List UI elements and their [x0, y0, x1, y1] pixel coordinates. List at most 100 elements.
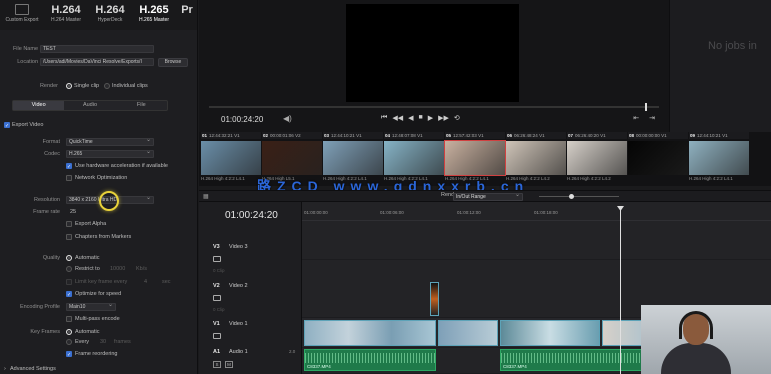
preset-premiere[interactable]: Pr [176, 0, 197, 30]
clip-track: V1 [722, 133, 728, 138]
file-name-label: File Name [12, 46, 38, 52]
fast-forward-icon[interactable]: ▶▶ [438, 114, 449, 122]
export-alpha-checkbox[interactable] [66, 221, 72, 227]
zoom-slider[interactable] [539, 196, 619, 197]
clip-number: 07 [568, 133, 574, 138]
a1-clip[interactable]: C8337.MP4 [500, 349, 650, 371]
clip-timecode: 12:44:10:21 [697, 133, 721, 138]
timeline-timecode: 01:00:24:20 [225, 210, 278, 221]
kbps-input[interactable]: 10000 [110, 264, 125, 274]
quality-auto-radio[interactable] [66, 255, 72, 261]
browse-button[interactable]: Browse [158, 58, 188, 67]
preset-h265-master[interactable]: H.265 H.265 Master [132, 0, 176, 30]
keyframes-label: Key Frames [30, 329, 60, 335]
v1-clip[interactable] [304, 320, 436, 346]
loop-icon[interactable]: ⟲ [454, 114, 460, 122]
rewind-icon[interactable]: ◀◀ [392, 114, 403, 122]
tab-audio[interactable]: Audio [64, 101, 115, 110]
multipass-row: Multi-pass encode [0, 314, 197, 324]
play-reverse-icon[interactable]: ◀ [408, 114, 413, 122]
frame-reorder-label: Frame reordering [75, 351, 118, 357]
tab-file[interactable]: File [116, 101, 167, 110]
clip-thumbnail-image [628, 141, 688, 175]
individual-clips-radio[interactable] [104, 83, 110, 89]
volume-icon[interactable]: ◀) [283, 114, 292, 123]
clip-number: 01 [202, 133, 208, 138]
v2-clip[interactable] [430, 282, 439, 316]
keyframes-every-radio[interactable] [66, 339, 72, 345]
grid-icon[interactable]: ▦ [203, 193, 209, 200]
clip-thumbnail[interactable]: 08 00:00:00:00 V1 [628, 132, 688, 186]
clip-timecode: 06:26:40:20 [575, 133, 599, 138]
codec-dropdown[interactable]: H.265 [66, 150, 154, 158]
timeline-ruler[interactable]: 01:00:00:00 01:00:06:00 01:00:12:00 01:0… [302, 209, 771, 221]
mute-button[interactable]: M [225, 361, 233, 368]
net-opt-row: Network Optimization [0, 173, 197, 183]
viewer-scrubber[interactable] [209, 103, 659, 111]
chapters-checkbox[interactable] [66, 234, 72, 240]
mark-out-icon[interactable]: ⇥ [649, 114, 655, 122]
monitor-icon[interactable] [213, 256, 221, 262]
clip-thumbnail[interactable]: 09 12:44:10:21 V1 H.264 High 4:2:2 L4.1 [689, 132, 749, 186]
audio-clip-name: C8337.MP4 [503, 364, 527, 369]
go-to-start-icon[interactable]: ⏮ [381, 114, 387, 122]
export-video-checkbox[interactable] [4, 121, 10, 131]
preset-title: H.264 [95, 4, 125, 16]
in-out-buttons: ⇤ ⇥ [633, 114, 655, 122]
preset-custom-export[interactable]: Custom Export [0, 0, 44, 30]
resolution-label: Resolution [34, 197, 60, 203]
preset-h264-master[interactable]: H.264 H.264 Master [44, 0, 88, 30]
clip-thumbnail[interactable]: 01 12:44:32:21 V1 H.264 High 4:2:2 L4.1 [201, 132, 261, 186]
clip-number: 05 [446, 133, 452, 138]
format-dropdown[interactable]: QuickTime [66, 138, 154, 146]
presenter-body [661, 343, 731, 374]
render-queue-panel: No jobs in [669, 0, 771, 132]
encoding-profile-dropdown[interactable]: Main10 [66, 303, 116, 311]
keyframes-every-input[interactable]: 30 [100, 337, 106, 347]
file-name-input[interactable]: TEST [40, 45, 154, 53]
track-name: Video 2 [229, 283, 248, 289]
preset-hyperdeck[interactable]: H.264 HyperDeck [88, 0, 132, 30]
lane-v3[interactable] [302, 222, 771, 260]
framerate-value[interactable]: 25 [70, 207, 76, 217]
optimize-speed-label: Optimize for speed [75, 291, 122, 297]
a1-clip[interactable]: C8337.MP4 [304, 349, 436, 371]
chevron-right-icon: › [4, 366, 6, 372]
clip-number: 02 [263, 133, 269, 138]
solo-button[interactable]: S [213, 361, 221, 368]
frame-reorder-checkbox[interactable] [66, 350, 72, 360]
restrict-row: Restrict to 10000 Kb/s [0, 264, 197, 274]
video-preview [346, 4, 519, 102]
mark-in-icon[interactable]: ⇤ [633, 114, 639, 122]
clip-thumbnail[interactable]: 07 06:26:40:20 V1 H.264 High 4:2:2 L4.2 [567, 132, 627, 186]
keyframes-auto-radio[interactable] [66, 329, 72, 335]
monitor-icon[interactable] [213, 295, 221, 301]
play-icon[interactable]: ▶ [428, 114, 433, 122]
zoom-slider-knob[interactable] [569, 194, 574, 199]
render-range-dropdown[interactable]: In/Out Range [453, 192, 523, 201]
stop-icon[interactable]: ■ [418, 114, 422, 122]
playhead[interactable] [620, 208, 621, 374]
encoding-profile-label: Encoding Profile [19, 304, 60, 310]
quality-row: Quality Automatic [0, 253, 197, 263]
track-name: Video 1 [229, 321, 248, 327]
optimize-speed-checkbox[interactable] [66, 290, 72, 300]
monitor-icon[interactable] [213, 333, 221, 339]
location-input[interactable]: /Users/adi/Movies/DaVinci Resolve/Export… [40, 58, 154, 66]
net-opt-checkbox[interactable] [66, 175, 72, 181]
preset-title: H.264 [51, 4, 81, 16]
multipass-checkbox[interactable] [66, 316, 72, 322]
keyframe-limit-input[interactable]: 4 [144, 277, 147, 287]
v1-clip[interactable] [438, 320, 498, 346]
single-clip-radio[interactable] [66, 83, 72, 89]
preset-label: H.264 Master [50, 17, 81, 23]
keyframe-limit-checkbox[interactable] [66, 279, 72, 285]
ruler-tick: 01:00:12:00 [457, 210, 481, 215]
quality-restrict-radio[interactable] [66, 266, 72, 272]
hw-accel-checkbox[interactable] [66, 162, 72, 172]
tab-video[interactable]: Video [13, 101, 65, 110]
advanced-settings-row[interactable]: › Advanced Settings [0, 364, 197, 374]
v1-clip[interactable] [500, 320, 600, 346]
keyframe-limit-label: Limit key frame every [75, 279, 128, 285]
viewer-timecode: 01:00:24:20 [221, 115, 264, 124]
